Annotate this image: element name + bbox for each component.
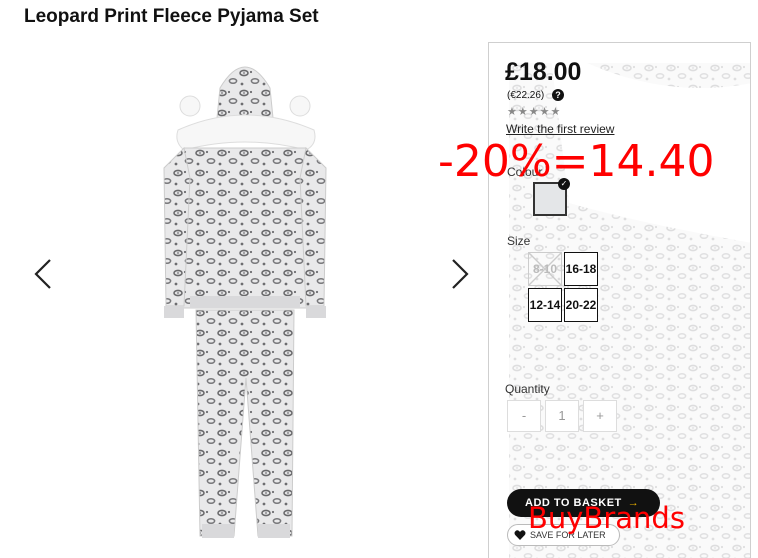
question-circle-icon[interactable]: ? <box>552 89 564 101</box>
quantity-input[interactable]: 1 <box>545 400 579 432</box>
quantity-label: Quantity <box>505 382 550 396</box>
quantity-decrease-button[interactable]: - <box>507 400 541 432</box>
chevron-right-icon[interactable] <box>447 254 473 294</box>
size-label: Size <box>507 234 531 248</box>
size-option: 8-10 <box>528 252 562 286</box>
quantity-increase-button[interactable]: + <box>583 400 617 432</box>
price-euro: (€22.26) <box>507 90 545 101</box>
size-option[interactable]: 12-14 <box>528 288 562 322</box>
write-review-link[interactable]: Write the first review <box>506 122 614 136</box>
product-title: Leopard Print Fleece Pyjama Set <box>24 6 319 27</box>
watermark-text: BuyBrands <box>528 501 685 535</box>
product-image[interactable] <box>150 48 340 543</box>
heart-icon <box>514 530 526 540</box>
price: £18.00 <box>505 58 582 86</box>
size-option[interactable]: 16-18 <box>564 252 598 286</box>
chevron-left-icon[interactable] <box>30 254 56 294</box>
size-option[interactable]: 20-22 <box>564 288 598 322</box>
rating-stars: ★★★★★ <box>507 106 562 118</box>
promo-overlay-text: -20%=14.40 <box>438 136 715 187</box>
